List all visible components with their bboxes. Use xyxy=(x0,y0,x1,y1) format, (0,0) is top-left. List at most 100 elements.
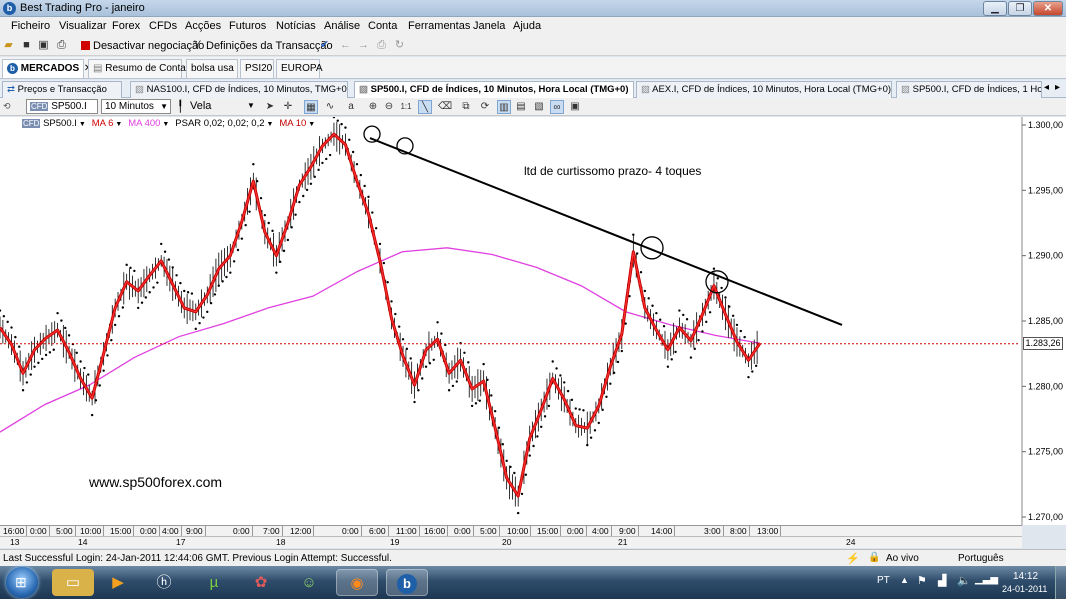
chart-type-select[interactable]: Vela xyxy=(190,100,211,112)
legend-psar[interactable]: PSAR 0,02; 0,02; 0,2 xyxy=(175,118,264,129)
transaction-settings-button[interactable]: Definições da Transacção xyxy=(206,40,333,52)
zoom-out-icon[interactable]: ⊖ xyxy=(382,100,396,114)
zoom-in-icon[interactable]: ⊕ xyxy=(366,100,380,114)
menu-analise[interactable]: Análise xyxy=(324,20,360,32)
template-icon[interactable]: ▧ xyxy=(532,100,546,114)
indicator-icon[interactable]: ∿ xyxy=(323,100,337,114)
hp-icon[interactable]: ⓗ xyxy=(143,569,185,596)
cursor-icon[interactable]: ➤ xyxy=(263,100,277,114)
tab-mercados[interactable]: b MERCADOS ✕ xyxy=(2,59,92,78)
tab-psi20[interactable]: PSI20 xyxy=(240,59,274,78)
chevron-down-icon[interactable]: ▼ xyxy=(77,121,88,128)
instrument-select[interactable]: CFD SP500.I xyxy=(26,99,98,114)
tab-sp500-10min[interactable]: ▧ SP500.I, CFD de Índices, 10 Minutos, H… xyxy=(354,81,634,98)
tab-nas100[interactable]: ▧ NAS100.I, CFD de Índices, 10 Minutos, … xyxy=(130,81,348,98)
input-language[interactable]: PT xyxy=(877,575,890,586)
grid-toggle-icon[interactable]: ▦ xyxy=(304,100,318,114)
clock-time[interactable]: 14:12 xyxy=(1013,571,1038,582)
clock-date[interactable]: 24-01-2011 xyxy=(1002,584,1047,594)
menu-accoes[interactable]: Acções xyxy=(185,20,221,32)
media-player-icon[interactable]: ▶ xyxy=(97,569,139,596)
signal-icon[interactable]: ▁▃▅ xyxy=(975,574,998,585)
reset-icon[interactable]: ⟲ xyxy=(3,101,11,112)
paint-icon[interactable]: ✿ xyxy=(240,569,282,596)
open-folder-icon[interactable]: ▰ xyxy=(2,39,15,52)
print-preview-icon[interactable]: ⎙ xyxy=(375,39,388,52)
legend-instrument[interactable]: SP500.I xyxy=(43,118,77,129)
save-icon[interactable]: ■ xyxy=(20,39,33,52)
legend-ma6[interactable]: MA 6 xyxy=(92,118,114,129)
back-icon[interactable]: ← xyxy=(339,39,352,52)
menu-ficheiro[interactable]: Ficheiro xyxy=(11,20,50,32)
check-icon[interactable]: ✔ xyxy=(318,39,331,52)
fib-icon[interactable]: ▤ xyxy=(514,100,528,114)
chart-canvas[interactable]: 1.300,00 1.295,00 1.290,00 1.285,00 1.280,00… xyxy=(0,117,1066,525)
menu-ajuda[interactable]: Ajuda xyxy=(513,20,541,32)
forward-icon[interactable]: → xyxy=(357,39,370,52)
fit-icon[interactable]: 1:1 xyxy=(399,100,413,114)
menu-ferramentas[interactable]: Ferramentas xyxy=(408,20,470,32)
psar-dot xyxy=(14,335,17,339)
ruler-icon[interactable]: ▥ xyxy=(497,100,511,114)
psar-dot xyxy=(705,320,708,324)
chevron-down-icon[interactable]: ▼ xyxy=(247,101,255,110)
tab-europa[interactable]: EUROPA xyxy=(276,59,323,78)
legend-ma10[interactable]: MA 10 xyxy=(279,118,306,129)
link-icon[interactable]: ∞ xyxy=(550,100,564,114)
menu-noticias[interactable]: Notícias xyxy=(276,20,316,32)
close-window-button[interactable]: ✕ xyxy=(1033,1,1063,16)
price-chart[interactable]: 1.300,00 1.295,00 1.290,00 1.285,00 1.280,00… xyxy=(0,117,1066,525)
show-desktop-button[interactable] xyxy=(1055,566,1066,599)
utorrent-icon[interactable]: µ xyxy=(193,569,235,596)
psar-dot xyxy=(682,313,685,317)
psar-dot xyxy=(528,454,531,457)
tab-precos-transaccao[interactable]: ⇄ Preços e Transacção xyxy=(2,81,122,98)
maximize-button[interactable]: ❐ xyxy=(1008,1,1032,16)
chevron-down-icon[interactable]: ▼ xyxy=(265,121,276,128)
text-icon[interactable]: a xyxy=(344,100,358,114)
crosshair-icon[interactable]: ✛ xyxy=(281,100,295,114)
tab-aex[interactable]: ▧ AEX.I, CFD de Índices, 10 Minutos, Hor… xyxy=(636,81,892,98)
start-button[interactable]: ⊞ xyxy=(6,567,38,598)
window-title: Best Trading Pro - janeiro xyxy=(20,2,145,14)
psar-dot xyxy=(701,330,704,333)
save-all-icon[interactable]: ▣ xyxy=(37,39,50,52)
tab-sp500-1h[interactable]: ▧ SP500.I, CFD de Índices, 1 Hora, xyxy=(896,81,1042,98)
volume-icon[interactable]: 🔈 xyxy=(957,574,971,587)
chevron-down-icon[interactable]: ▼ xyxy=(160,121,171,128)
deactivate-trading-button[interactable]: Desactivar negociação xyxy=(93,40,204,52)
scroll-right-icon[interactable]: ▸ xyxy=(1055,82,1060,93)
network-icon[interactable]: ▟ xyxy=(938,574,946,587)
interval-select[interactable]: 10 Minutos ▼ xyxy=(101,99,171,114)
firefox-icon[interactable]: ◉ xyxy=(336,569,378,596)
refresh-icon[interactable]: ↻ xyxy=(393,39,406,52)
layers-icon[interactable]: ⧉ xyxy=(459,100,473,114)
minimize-button[interactable]: ▁ xyxy=(983,1,1007,16)
tray-expand-icon[interactable]: ▲ xyxy=(900,575,909,585)
eraser-icon[interactable]: ⌫ xyxy=(438,100,452,114)
tab-resumo-conta[interactable]: ▤ Resumo de Conta xyxy=(88,59,186,78)
chevron-down-icon[interactable]: ▼ xyxy=(306,121,315,128)
menu-conta[interactable]: Conta xyxy=(368,20,397,32)
tray-flag-icon[interactable]: ⚑ xyxy=(917,574,927,587)
best-trading-taskbar-icon[interactable]: b xyxy=(386,569,428,596)
chevron-down-icon[interactable]: ▼ xyxy=(113,121,124,128)
connection-icon[interactable]: ⚡ xyxy=(846,552,860,565)
menu-futuros[interactable]: Futuros xyxy=(229,20,266,32)
language-status[interactable]: Português xyxy=(958,553,1004,564)
close-icon[interactable]: ✕ xyxy=(633,84,634,95)
lock-icon[interactable]: ▣ xyxy=(568,100,582,114)
scroll-left-icon[interactable]: ◂ xyxy=(1044,82,1049,93)
explorer-icon[interactable]: ▭ xyxy=(52,569,94,596)
trendline-tool-icon[interactable]: ╲ xyxy=(418,100,432,114)
messenger-icon[interactable]: ☺ xyxy=(288,569,330,596)
menu-visualizar[interactable]: Visualizar xyxy=(59,20,107,32)
print-icon[interactable]: ⎙ xyxy=(55,39,68,52)
menu-cfds[interactable]: CFDs xyxy=(149,20,177,32)
legend-ma400[interactable]: MA 400 xyxy=(128,118,160,129)
cycle-icon[interactable]: ⟳ xyxy=(478,100,492,114)
tab-bolsa-usa[interactable]: bolsa usa xyxy=(186,59,238,78)
menu-forex[interactable]: Forex xyxy=(112,20,140,32)
menu-janela[interactable]: Janela xyxy=(473,20,505,32)
psar-dot xyxy=(136,306,140,310)
